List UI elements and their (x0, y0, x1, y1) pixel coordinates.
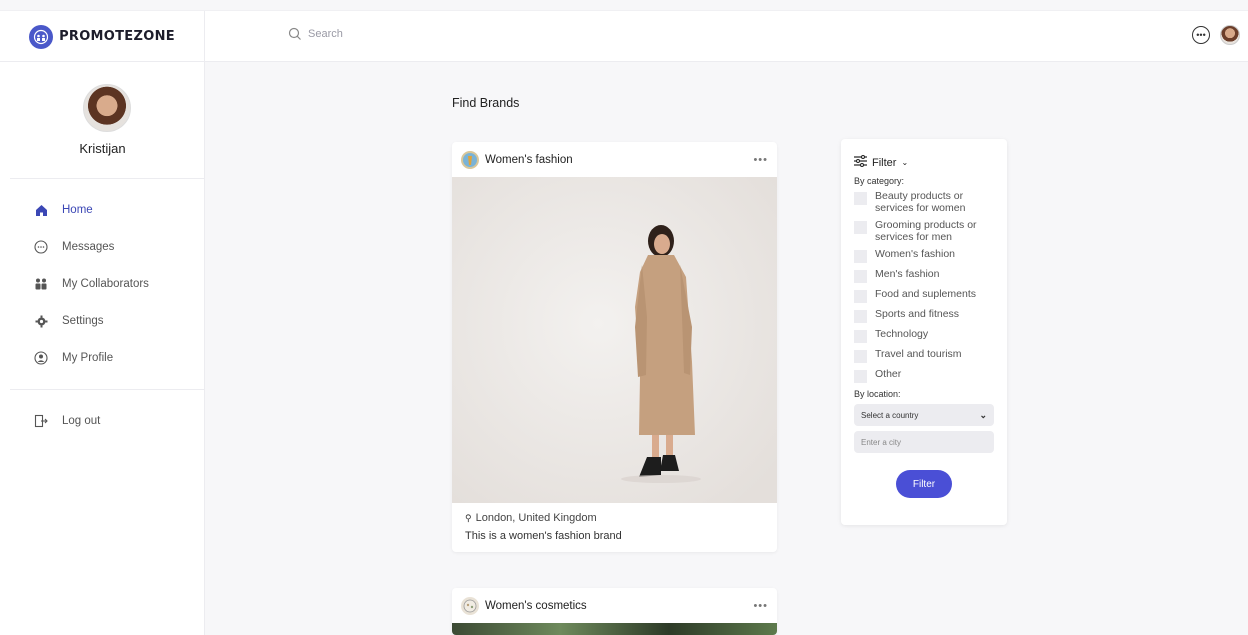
checkbox[interactable] (854, 250, 867, 264)
brand-name: PROMOTEZONE (59, 29, 175, 44)
country-select-value: Select a country (861, 410, 919, 420)
more-options-icon[interactable]: ••• (753, 600, 768, 612)
globe-people-icon (29, 24, 54, 49)
logout-button[interactable]: Log out (34, 414, 100, 428)
checkbox[interactable] (854, 270, 867, 284)
gear-icon (34, 314, 48, 328)
card-header: Women's cosmetics ••• (452, 588, 777, 623)
brand-logo-link[interactable]: PROMOTEZONE (0, 11, 205, 62)
category-label: Grooming products or services for men (875, 219, 977, 243)
checkbox[interactable] (854, 330, 867, 344)
search-icon (288, 27, 301, 40)
category-label: Technology (875, 328, 929, 341)
category-option[interactable]: Food and suplements (854, 288, 994, 304)
city-input[interactable]: Enter a city (854, 431, 994, 454)
checkbox[interactable] (854, 350, 867, 364)
filter-title: Filter (872, 156, 897, 169)
home-icon (34, 203, 48, 217)
by-location-label: By location: (854, 389, 901, 400)
category-label: Travel and tourism (875, 348, 962, 361)
fashion-photo (452, 177, 777, 503)
sidebar-item-home[interactable]: Home (34, 203, 93, 217)
category-option[interactable]: Travel and tourism (854, 348, 994, 364)
location-pin-icon: ⚲ (465, 512, 472, 523)
category-option[interactable]: Men's fashion (854, 268, 994, 284)
filter-panel: Filter ⌄ By category: Beauty products or… (841, 139, 1007, 525)
card-category: Women's cosmetics (485, 599, 587, 612)
sidebar-item-messages[interactable]: Messages (34, 240, 114, 254)
checkbox[interactable] (854, 221, 867, 235)
category-option[interactable]: Beauty products or services for women (854, 190, 994, 214)
card-header: Women's fashion ••• (452, 142, 777, 177)
sidebar-item-label: Messages (62, 241, 115, 253)
logout-icon (34, 414, 48, 428)
card-description: This is a women's fashion brand (465, 530, 622, 542)
category-option[interactable]: Women's fashion (854, 248, 994, 264)
checkbox[interactable] (854, 192, 867, 205)
chevron-down-icon: ⌄ (979, 409, 987, 420)
card-image[interactable] (452, 623, 777, 635)
sidebar-item-label: Home (62, 204, 93, 216)
chevron-down-icon: ⌄ (901, 158, 909, 167)
sidebar-item-label: My Profile (62, 352, 114, 364)
checkbox[interactable] (854, 370, 867, 384)
messages-icon[interactable]: ••• (1192, 26, 1210, 44)
checkbox[interactable] (854, 310, 867, 324)
sidebar-item-label: Settings (62, 315, 104, 327)
chat-icon (34, 240, 48, 254)
people-icon (34, 277, 48, 291)
sidebar-item-collaborators[interactable]: My Collaborators (34, 277, 149, 291)
checkbox[interactable] (854, 290, 867, 304)
sidebar: Kristijan Home Messages My Collaborators… (0, 62, 205, 635)
user-circle-icon (34, 351, 48, 365)
avatar[interactable] (1220, 25, 1240, 45)
divider (10, 389, 205, 390)
profile-avatar[interactable] (83, 84, 131, 132)
search-box[interactable]: Search (288, 27, 343, 41)
sliders-icon (854, 155, 867, 170)
card-location: London, United Kingdom (475, 512, 597, 524)
category-label: Other (875, 368, 902, 381)
search-input[interactable]: Search (308, 28, 343, 40)
category-option[interactable]: Technology (854, 328, 994, 344)
category-label: Beauty products or services for women (875, 190, 966, 214)
category-label: Sports and fitness (875, 308, 960, 321)
page-title: Find Brands (452, 96, 520, 110)
card-category: Women's fashion (485, 153, 573, 166)
category-icon (461, 150, 479, 169)
sidebar-item-profile[interactable]: My Profile (34, 351, 113, 365)
profile-name: Kristijan (79, 141, 126, 156)
logout-label: Log out (62, 415, 101, 427)
divider (10, 178, 205, 179)
filter-toggle[interactable]: Filter ⌄ (854, 155, 994, 170)
filter-button[interactable]: Filter (896, 470, 952, 499)
brand-card[interactable]: Women's fashion ••• ⚲ London, United Kin… (452, 142, 777, 552)
category-label: Men's fashion (875, 268, 940, 281)
brand-card[interactable]: Women's cosmetics ••• (452, 588, 777, 635)
more-options-icon[interactable]: ••• (753, 154, 768, 166)
category-option[interactable]: Other (854, 368, 994, 384)
sidebar-item-settings[interactable]: Settings (34, 314, 104, 328)
category-label: Food and suplements (875, 288, 976, 301)
category-icon (461, 596, 479, 615)
card-image[interactable] (452, 177, 777, 503)
top-bar: PROMOTEZONE Search ••• (0, 10, 1248, 62)
category-option[interactable]: Grooming products or services for men (854, 219, 994, 243)
country-select[interactable]: Select a country ⌄ (854, 404, 994, 427)
category-option[interactable]: Sports and fitness (854, 308, 994, 324)
category-label: Women's fashion (875, 248, 956, 261)
sidebar-item-label: My Collaborators (62, 278, 149, 290)
by-category-label: By category: (854, 176, 905, 186)
